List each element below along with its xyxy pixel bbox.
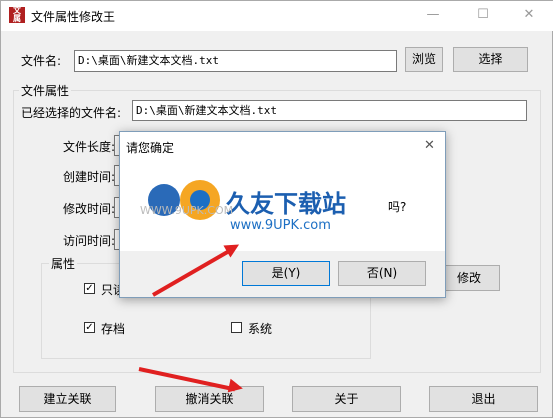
maximize-button[interactable]: ☐ [460,3,506,27]
browse-button[interactable]: 浏览 [405,47,443,72]
properties-title: 属性 [49,255,78,272]
system-label: 系统 [248,322,273,336]
file-name-input[interactable]: D:\桌面\新建文本文档.txt [74,50,397,72]
archive-checkbox[interactable]: ✓ [84,322,95,333]
about-button[interactable]: 关于 [292,386,401,412]
minimize-button[interactable]: — [410,3,456,27]
main-window: 文属 文件属性修改王 — ☐ ✕ 文件名: D:\桌面\新建文本文档.txt 浏… [0,0,553,418]
app-logo-icon: 文属 [9,7,25,23]
confirm-dialog: 请您确定 ✕ 久友下载站 www.9UPK.com WWW.9UPK.COM 吗… [119,131,446,298]
dialog-question-tail: 吗? [388,200,407,214]
created-time-label: 创建时间: [63,170,116,184]
yes-button[interactable]: 是(Y) [242,261,330,286]
system-checkbox[interactable] [231,322,242,333]
archive-label: 存档 [101,322,126,336]
select-button[interactable]: 选择 [453,47,528,72]
watermark-url: www.9UPK.com [230,218,331,233]
file-name-label: 文件名: [21,54,62,68]
dialog-button-bar: 是(Y) 否(N) [120,251,445,297]
no-button[interactable]: 否(N) [338,261,426,286]
checkmark-icon: ✓ [85,322,94,333]
associate-button[interactable]: 建立关联 [19,386,116,412]
modify-button[interactable]: 修改 [438,265,500,291]
annotation-arrowhead-2 [227,378,245,396]
window-title: 文件属性修改王 [31,10,116,24]
selected-file-field[interactable]: D:\桌面\新建文本文档.txt [132,100,527,121]
watermark-brand: 久友下载站 [226,190,346,218]
selected-file-label: 已经选择的文件名: [21,106,122,120]
title-bar: 文属 文件属性修改王 — ☐ ✕ [1,1,553,31]
close-button[interactable]: ✕ [506,3,552,27]
disassociate-button[interactable]: 撤消关联 [155,386,264,412]
file-length-label: 文件长度: [63,140,116,154]
modified-time-label: 修改时间: [63,202,116,216]
checkmark-icon: ✓ [85,283,94,294]
watermark-faint: WWW.9UPK.COM [140,204,234,217]
dialog-title: 请您确定 [126,141,175,155]
exit-button[interactable]: 退出 [429,386,538,412]
dialog-close-icon[interactable]: ✕ [424,138,435,153]
file-attributes-title: 文件属性 [19,82,72,99]
accessed-time-label: 访问时间: [63,234,116,248]
readonly-checkbox[interactable]: ✓ [84,283,95,294]
